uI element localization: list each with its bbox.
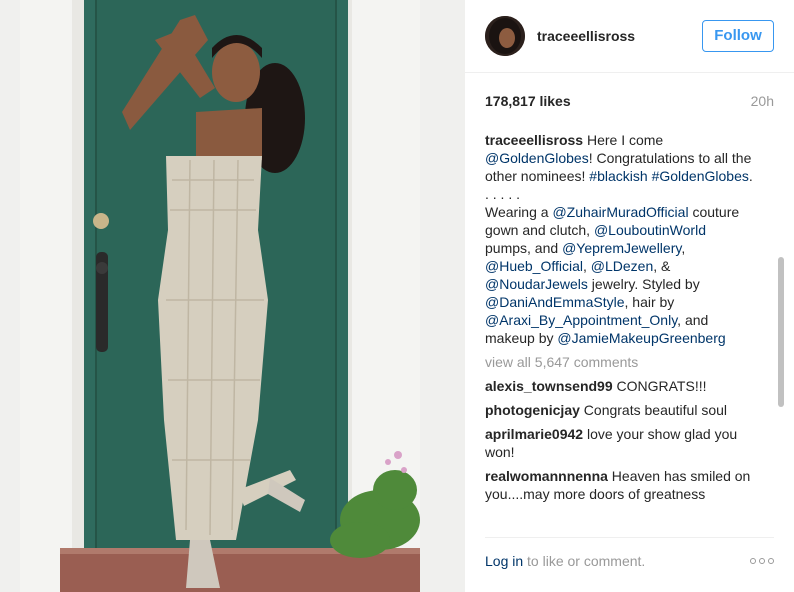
view-all-comments-link[interactable]: view all 5,647 comments [485, 353, 755, 371]
more-options-icon[interactable] [750, 558, 774, 564]
comment-text: Congrats beautiful soul [579, 402, 727, 418]
mention-link[interactable]: @YepremJewellery [562, 240, 681, 256]
caption-segment: jewelry. Styled by [587, 276, 700, 292]
post-photo[interactable] [0, 0, 465, 592]
dot [768, 558, 774, 564]
dot [759, 558, 765, 564]
comment-username[interactable]: photogenicjay [485, 402, 580, 418]
comment-item: alexis_townsend99 CONGRATS!!! [485, 377, 755, 395]
caption-segment: , hair by [624, 294, 675, 310]
likes-count[interactable]: 178,817 likes [485, 93, 571, 113]
avatar-image [485, 16, 525, 56]
caption-segment: , [681, 240, 686, 256]
mention-link[interactable]: @LouboutinWorld [594, 222, 706, 238]
post-timestamp[interactable]: 20h [751, 93, 774, 113]
comments-scroll[interactable]: traceeellisross Here I come @GoldenGlobe… [485, 131, 784, 528]
comment-item: aprilmarie0942 love your show glad you w… [485, 425, 755, 461]
comments-list: alexis_townsend99 CONGRATS!!! photogenicj… [485, 377, 784, 503]
mention-link[interactable]: @LDezen [591, 258, 653, 274]
caption-segment: Here I come [586, 132, 664, 148]
post-stats: 178,817 likes 20h [485, 93, 774, 113]
scrollbar-thumb[interactable] [778, 257, 784, 407]
mention-link[interactable]: @GoldenGlobes [485, 150, 589, 166]
caption: traceeellisross Here I come @GoldenGlobe… [485, 131, 755, 347]
caption-body: Wearing a @ZuhairMuradOfficial couture g… [485, 204, 739, 346]
caption-username[interactable]: traceeellisross [485, 132, 583, 148]
post-sidebar: traceeellisross Follow 178,817 likes 20h… [465, 0, 794, 592]
username-link[interactable]: traceeellisross [537, 28, 702, 44]
mention-link[interactable]: #GoldenGlobes [652, 168, 749, 184]
comment-username[interactable]: alexis_townsend99 [485, 378, 613, 394]
post-header: traceeellisross Follow [485, 15, 774, 57]
comment-username[interactable]: realwomannnenna [485, 468, 608, 484]
mention-link[interactable]: @NoudarJewels [485, 276, 588, 292]
dot [750, 558, 756, 564]
login-prompt-text: to like or comment. [523, 553, 646, 569]
login-prompt: Log in to like or comment. [485, 553, 645, 569]
caption-dots: . . . . . [485, 186, 521, 202]
caption-segment: , [583, 258, 591, 274]
caption-segment: pumps, and [485, 240, 563, 256]
mention-link[interactable]: @Hueb_Official [485, 258, 583, 274]
login-link[interactable]: Log in [485, 553, 523, 569]
caption-segment: , & [653, 258, 671, 274]
avatar[interactable] [485, 16, 525, 56]
comment-text: CONGRATS!!! [612, 378, 707, 394]
mention-link[interactable]: @ZuhairMuradOfficial [552, 204, 688, 220]
mention-link[interactable]: #blackish [589, 168, 647, 184]
comment-username[interactable]: aprilmarie0942 [485, 426, 583, 442]
caption-segment: . [748, 168, 753, 184]
comment-item: photogenicjay Congrats beautiful soul [485, 401, 755, 419]
divider [485, 537, 774, 538]
caption-segment: Wearing a [485, 204, 553, 220]
mention-link[interactable]: @Araxi_By_Appointment_Only [485, 312, 677, 328]
mention-link[interactable]: @JamieMakeupGreenberg [557, 330, 725, 346]
post-footer: Log in to like or comment. [485, 551, 774, 571]
mention-link[interactable]: @DaniAndEmmaStyle [485, 294, 625, 310]
follow-button[interactable]: Follow [702, 20, 774, 52]
comment-item: realwomannnenna Heaven has smiled on you… [485, 467, 755, 503]
photo-image [0, 0, 465, 592]
divider [465, 72, 794, 73]
